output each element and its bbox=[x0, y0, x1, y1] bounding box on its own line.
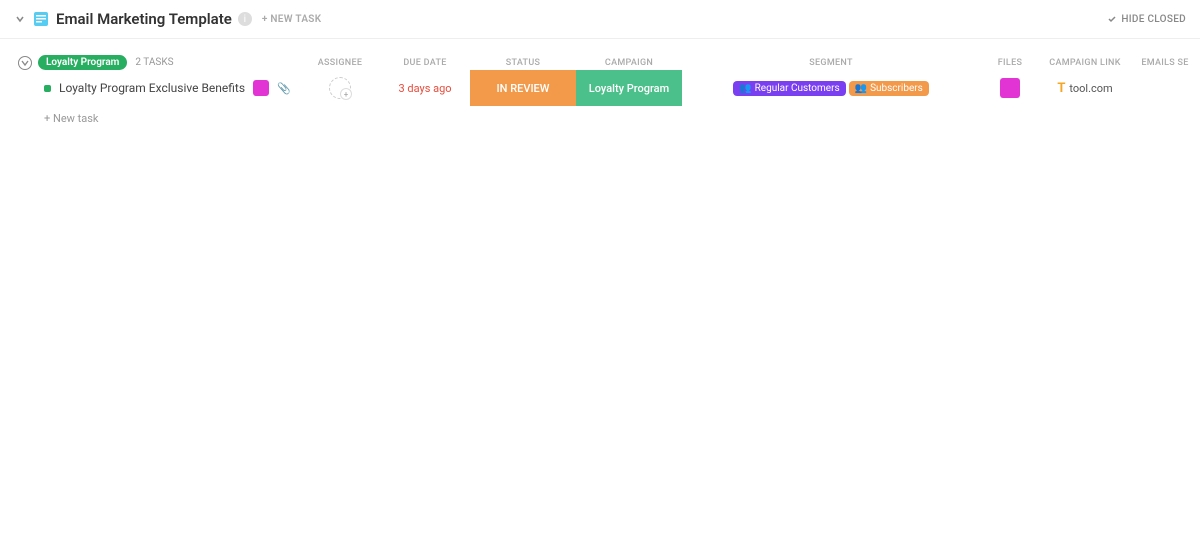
check-icon bbox=[1107, 14, 1117, 24]
segment-emoji-icon: 👥 bbox=[855, 83, 867, 94]
campaign-badge[interactable]: Loyalty Program bbox=[576, 70, 682, 106]
task-name-cell: Loyalty Program Exclusive Benefits 📎 bbox=[0, 70, 300, 106]
col-assignee: ASSIGNEE bbox=[300, 58, 380, 68]
segment-pill[interactable]: 👥Subscribers bbox=[849, 81, 929, 96]
col-emails-sent: EMAILS SE bbox=[1130, 58, 1200, 68]
section-header: Loyalty Program 2 TASKS ASSIGNEE DUE DAT… bbox=[0, 55, 1200, 70]
link-t-icon: T bbox=[1057, 81, 1065, 96]
new-task-button[interactable]: + NEW TASK bbox=[262, 14, 322, 25]
assignee-avatar-placeholder[interactable] bbox=[329, 77, 351, 99]
emails-sent bbox=[1130, 70, 1200, 106]
file-thumbnail[interactable] bbox=[1000, 78, 1020, 98]
due-date[interactable]: 3 days ago bbox=[380, 70, 470, 106]
files-cell[interactable] bbox=[980, 70, 1040, 106]
section-pill[interactable]: Loyalty Program bbox=[38, 55, 127, 70]
collapse-caret-icon[interactable] bbox=[14, 13, 26, 25]
segment-pill[interactable]: 👥Regular Customers bbox=[733, 81, 845, 96]
info-icon[interactable]: i bbox=[238, 12, 252, 26]
page-title: Email Marketing Template bbox=[56, 10, 232, 28]
hide-closed-toggle[interactable]: HIDE CLOSED bbox=[1107, 14, 1186, 25]
attachment-icon[interactable]: 📎 bbox=[277, 82, 291, 95]
hide-closed-label: HIDE CLOSED bbox=[1121, 14, 1186, 25]
segment-emoji-icon: 👥 bbox=[739, 83, 751, 94]
task-count: 2 TASKS bbox=[135, 57, 173, 68]
col-campaign-link: CAMPAIGN LINK bbox=[1040, 58, 1130, 68]
col-due-date: DUE DATE bbox=[380, 58, 470, 68]
section: Loyalty Program 2 TASKS ASSIGNEE DUE DAT… bbox=[0, 39, 1200, 131]
segment-cell: 👥Regular Customers 👥Subscribers bbox=[682, 70, 980, 106]
col-status: STATUS bbox=[470, 58, 576, 68]
col-segment: SEGMENT bbox=[682, 58, 980, 68]
new-task-link[interactable]: + New task bbox=[0, 106, 1200, 131]
task-thumbnail[interactable] bbox=[253, 80, 269, 96]
document-icon bbox=[32, 10, 50, 28]
assignee-cell[interactable] bbox=[300, 70, 380, 106]
col-files: FILES bbox=[980, 58, 1040, 68]
campaign-link[interactable]: Ttool.com bbox=[1040, 70, 1130, 106]
col-campaign: CAMPAIGN bbox=[576, 58, 682, 68]
task-name[interactable]: Loyalty Program Exclusive Benefits bbox=[59, 81, 245, 95]
section-collapse-toggle[interactable] bbox=[18, 56, 32, 70]
task-status-bullet bbox=[44, 85, 51, 92]
task-row[interactable]: Loyalty Program Exclusive Benefits 📎 3 d… bbox=[0, 70, 1200, 106]
page-header: Email Marketing Template i + NEW TASK HI… bbox=[0, 0, 1200, 39]
status-badge[interactable]: IN REVIEW bbox=[470, 70, 576, 106]
